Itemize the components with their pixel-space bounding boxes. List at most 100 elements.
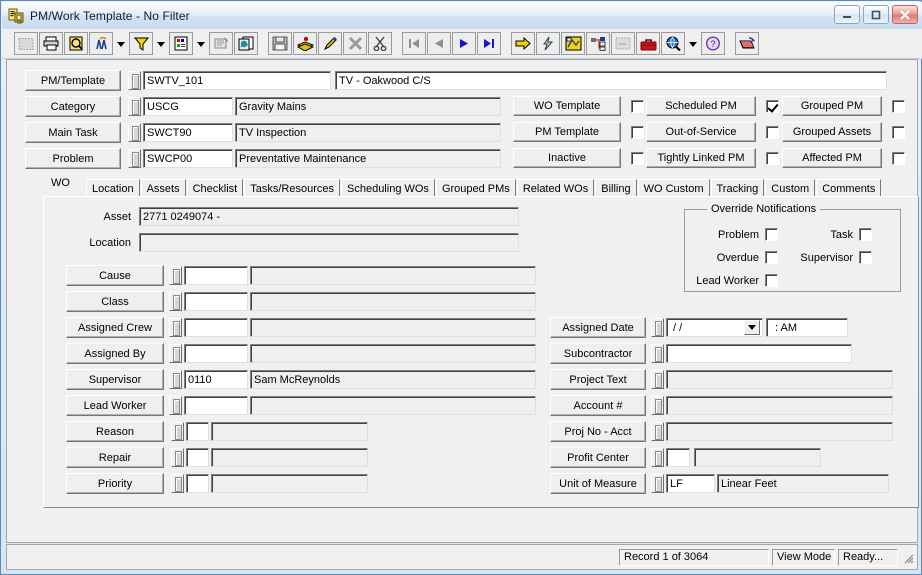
filter-dropdown-icon[interactable] [154,32,168,55]
print-preview-icon[interactable] [64,32,88,55]
problem-lookup-button[interactable] [128,149,141,168]
grouped-assets-checkbox[interactable] [892,125,905,139]
proj-no-acct-label[interactable]: Proj No - Acct [550,421,646,442]
account-number-label[interactable]: Account # [550,395,646,416]
report-dropdown-icon[interactable] [194,32,208,55]
save-icon[interactable] [268,32,292,55]
quick-action-icon[interactable] [536,32,560,55]
assigned-time-input[interactable]: : AM [766,318,848,337]
pm-template-lookup-button[interactable] [128,71,141,90]
maximize-button[interactable] [863,5,889,24]
assigned-date-label[interactable]: Assigned Date [550,317,646,338]
map-icon[interactable] [561,32,585,55]
pm-template-description-input[interactable]: TV - Oakwood C/S [335,71,887,90]
print-icon[interactable] [39,32,63,55]
help-icon[interactable]: ? [701,32,725,55]
subcontractor-lookup-button[interactable] [651,344,664,363]
override-lead-worker-checkbox[interactable] [765,274,778,287]
subcontractor-label[interactable]: Subcontractor [550,343,646,364]
main-task-code-input[interactable]: SWCT90 [143,123,233,142]
minimize-button[interactable] [834,5,860,24]
unit-of-measure-label[interactable]: Unit of Measure [550,473,646,494]
inactive-button[interactable]: Inactive [513,148,621,168]
form-design-icon[interactable] [209,32,233,55]
tab-wo[interactable]: WO [43,177,85,198]
lead-worker-label[interactable]: Lead Worker [66,395,164,416]
override-overdue-checkbox[interactable] [765,251,778,264]
assigned-date-input[interactable]: / / [666,318,763,337]
assigned-crew-lookup-button[interactable] [169,318,182,337]
previous-record-icon[interactable] [427,32,451,55]
out-of-service-checkbox[interactable] [766,125,779,139]
repair-label[interactable]: Repair [66,447,164,468]
priority-lookup-button[interactable] [171,474,184,493]
first-record-icon[interactable] [402,32,426,55]
lead-worker-lookup-button[interactable] [169,396,182,415]
last-record-icon[interactable] [477,32,501,55]
lead-worker-code-input[interactable] [184,396,248,415]
filter-icon[interactable] [129,32,153,55]
pm-template-checkbox[interactable] [631,125,644,139]
assigned-crew-label[interactable]: Assigned Crew [66,317,164,338]
pm-template-code-input[interactable]: SWTV_101 [143,71,331,90]
find-icon[interactable] [89,32,113,55]
reason-code-input[interactable] [186,422,209,441]
override-supervisor-checkbox[interactable] [859,251,872,264]
tightly-linked-pm-button[interactable]: Tightly Linked PM [646,148,756,168]
class-lookup-button[interactable] [169,292,182,311]
scheduled-pm-button[interactable]: Scheduled PM [646,96,756,116]
override-problem-checkbox[interactable] [765,228,778,241]
override-task-checkbox[interactable] [859,228,872,241]
cause-label[interactable]: Cause [66,265,164,286]
cause-code-input[interactable] [184,266,248,285]
assigned-by-code-input[interactable] [184,344,248,363]
go-to-icon[interactable] [511,32,535,55]
out-of-service-button[interactable]: Out-of-Service [646,122,756,142]
resize-grip-icon[interactable] [901,551,914,564]
problem-label[interactable]: Problem [25,148,121,169]
tree-view-icon[interactable] [586,32,610,55]
category-code-input[interactable]: USCG [143,97,233,116]
main-task-lookup-button[interactable] [128,123,141,142]
class-code-input[interactable] [184,292,248,311]
unit-of-measure-code-input[interactable]: LF [666,474,715,493]
notes-icon[interactable] [611,32,635,55]
web-search-dropdown-icon[interactable] [686,32,700,55]
grouped-pm-checkbox[interactable] [892,99,905,113]
toolbox-icon[interactable] [636,32,660,55]
pm-template-label[interactable]: PM/Template [25,70,121,91]
unit-of-measure-lookup-button[interactable] [651,474,664,493]
main-task-label[interactable]: Main Task [25,122,121,143]
repair-code-input[interactable] [186,448,209,467]
repair-lookup-button[interactable] [171,448,184,467]
supervisor-label[interactable]: Supervisor [66,369,164,390]
project-text-label[interactable]: Project Text [550,369,646,390]
close-button[interactable] [892,5,918,24]
class-label[interactable]: Class [66,291,164,312]
account-number-lookup-button[interactable] [651,396,664,415]
wo-template-button[interactable]: WO Template [513,96,621,116]
assigned-by-label[interactable]: Assigned By [66,343,164,364]
copy-record-icon[interactable] [234,32,258,55]
subcontractor-input[interactable] [666,344,852,363]
profit-center-code-input[interactable] [666,448,690,467]
proj-no-acct-lookup-button[interactable] [651,422,664,441]
category-lookup-button[interactable] [128,97,141,116]
edit-record-icon[interactable] [318,32,342,55]
grouped-pm-button[interactable]: Grouped PM [782,96,882,116]
reason-label[interactable]: Reason [66,421,164,442]
assigned-crew-code-input[interactable] [184,318,248,337]
proj-no-acct-input[interactable] [666,422,893,441]
web-search-icon[interactable] [661,32,685,55]
grouped-assets-button[interactable]: Grouped Assets [782,122,882,142]
wo-template-checkbox[interactable] [631,99,644,113]
cut-icon[interactable] [368,32,392,55]
cause-lookup-button[interactable] [169,266,182,285]
profit-center-label[interactable]: Profit Center [550,447,646,468]
find-dropdown-icon[interactable] [114,32,128,55]
category-label[interactable]: Category [25,96,121,117]
affected-pm-checkbox[interactable] [892,151,905,165]
problem-code-input[interactable]: SWCP00 [143,149,233,168]
next-record-icon[interactable] [452,32,476,55]
location-input[interactable] [139,233,519,252]
